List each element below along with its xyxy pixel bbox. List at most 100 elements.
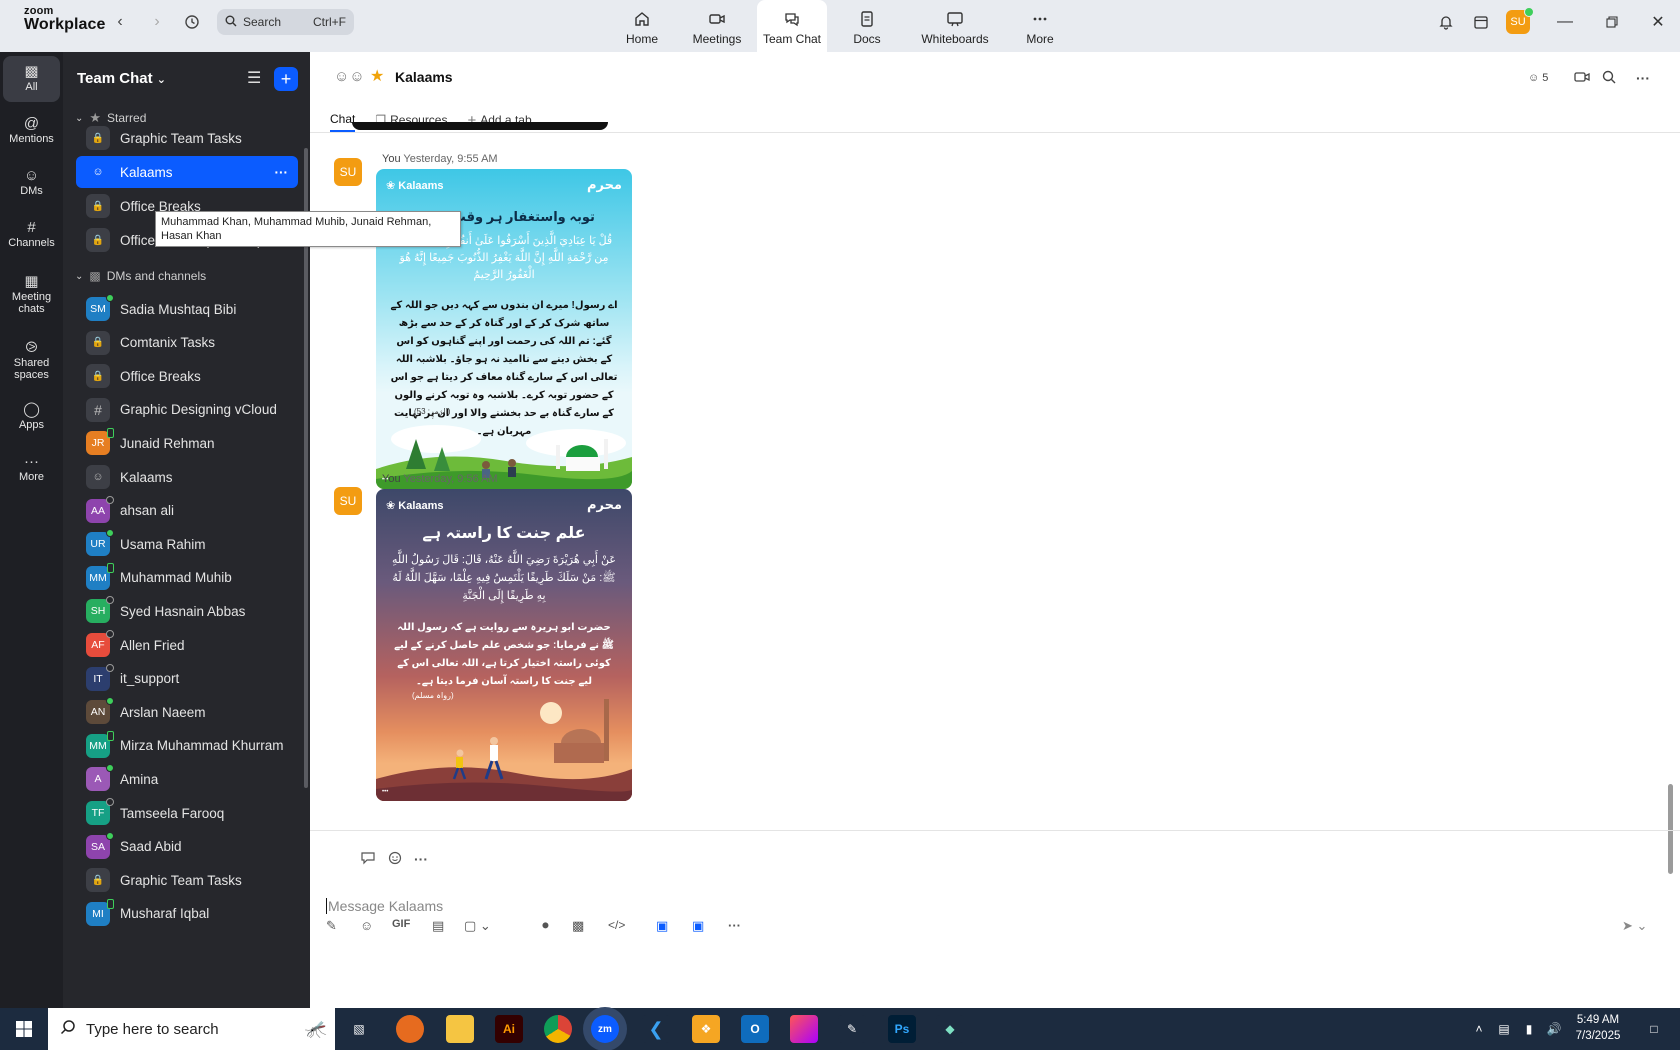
notifications-icon[interactable]: □ xyxy=(1640,1015,1668,1043)
user-avatar[interactable]: SU xyxy=(1506,7,1534,34)
forward-arrow-icon[interactable]: › xyxy=(145,10,169,34)
code-snippet-icon[interactable]: </> xyxy=(608,918,625,932)
rail-shared-spaces[interactable]: ⧁ Shared spaces xyxy=(3,332,60,390)
send-button[interactable]: ➤ ⌄ xyxy=(1622,918,1647,934)
new-chat-button[interactable]: + xyxy=(274,67,298,91)
search-icon[interactable] xyxy=(1602,70,1616,87)
taskbar-clock[interactable]: 5:49 AM 7/3/2025 xyxy=(1568,1012,1628,1044)
chevron-up-icon[interactable]: ˄ xyxy=(1465,1015,1493,1043)
emoji-icon[interactable]: ☺ xyxy=(360,918,373,933)
volume-icon[interactable]: 🔊 xyxy=(1540,1015,1568,1043)
windows-start-icon[interactable] xyxy=(10,1015,38,1043)
tab-chat[interactable]: Chat xyxy=(330,108,356,132)
nav-meetings[interactable]: Meetings xyxy=(686,0,748,52)
emoji-reaction-icon[interactable] xyxy=(388,851,404,868)
xampp-icon[interactable]: ❖ xyxy=(692,1015,720,1043)
search-input[interactable]: Search Ctrl+F xyxy=(217,9,354,35)
sidebar-item[interactable]: 🔒 Graphic Team Tasks xyxy=(76,864,298,896)
close-window-icon[interactable]: ✕ xyxy=(1643,10,1673,34)
channel-title[interactable]: Kalaams xyxy=(395,69,453,85)
rail-all[interactable]: ▩ All xyxy=(3,56,60,102)
item-more-icon[interactable]: ··· xyxy=(275,165,289,180)
calendar-icon[interactable] xyxy=(1469,10,1493,34)
sidebar-item[interactable]: 🔒 Office Breaks xyxy=(76,360,298,392)
message-image-card[interactable]: ❀ Kalaams محرم علم جنت کا راستہ ہے عَنْ … xyxy=(376,489,632,801)
rail-meeting-chats[interactable]: ▦ Meeting chats xyxy=(3,266,60,324)
gif-icon[interactable]: GIF xyxy=(392,918,410,930)
rail-mentions[interactable]: @ Mentions xyxy=(3,108,60,154)
sidebar-item[interactable]: AN Arslan Naeem xyxy=(76,696,298,728)
sidebar-title[interactable]: Team Chat ⌄ xyxy=(77,70,166,87)
sidebar-item[interactable]: SA Saad Abid xyxy=(76,831,298,863)
message-avatar[interactable]: SU xyxy=(334,158,362,186)
sidebar-item[interactable]: 🔒 Graphic Team Tasks xyxy=(76,122,298,154)
dms-section-header[interactable]: ⌄ ▩ DMs and channels xyxy=(75,269,206,283)
screenshot-icon[interactable]: ▢ ⌄ xyxy=(464,918,491,934)
sidebar-item[interactable]: JR Junaid Rehman xyxy=(76,427,298,459)
sidebar-item[interactable]: MM Mirza Muhammad Khurram xyxy=(76,730,298,762)
message-avatar[interactable]: SU xyxy=(334,487,362,515)
creative-cloud-icon[interactable] xyxy=(790,1015,818,1043)
star-icon[interactable]: ★ xyxy=(370,66,384,86)
nav-more[interactable]: More xyxy=(1012,0,1068,52)
format-text-icon[interactable]: ✎ xyxy=(326,918,337,934)
chat-scrollbar[interactable] xyxy=(1668,784,1673,874)
rail-more[interactable]: ··· More xyxy=(3,446,60,492)
chrome-icon[interactable] xyxy=(544,1015,572,1043)
rail-channels[interactable]: # Channels xyxy=(3,212,60,258)
illustrator-icon[interactable]: Ai xyxy=(495,1015,523,1043)
sidebar-item[interactable]: MM Muhammad Muhib xyxy=(76,562,298,594)
bell-icon[interactable] xyxy=(1434,10,1458,34)
sidebar-item[interactable]: TF Tamseela Farooq xyxy=(76,797,298,829)
rail-dms[interactable]: ☺ DMs xyxy=(3,160,60,206)
pen-tool-icon[interactable]: ✎ xyxy=(838,1015,866,1043)
rail-apps[interactable]: ◯ Apps xyxy=(3,394,60,440)
firefox-icon[interactable] xyxy=(396,1015,424,1043)
sidebar-item[interactable]: 🔒 Comtanix Tasks xyxy=(76,327,298,359)
photoshop-icon[interactable]: Ps xyxy=(888,1015,916,1043)
message-input[interactable]: Message Kalaams xyxy=(326,898,443,914)
network-icon[interactable]: ▤ xyxy=(1490,1015,1518,1043)
sidebar-item[interactable]: SH Syed Hasnain Abbas xyxy=(76,595,298,627)
sidebar-item[interactable]: IT it_support xyxy=(76,663,298,695)
microphone-icon[interactable]: ⚫ xyxy=(540,918,551,934)
reply-icon[interactable] xyxy=(360,851,376,868)
app-diamond-icon[interactable]: ◆ xyxy=(936,1015,964,1043)
back-arrow-icon[interactable]: ‹ xyxy=(108,10,132,34)
sidebar-item[interactable]: # Graphic Designing vCloud xyxy=(76,394,298,426)
sidebar-item-label: Syed Hasnain Abbas xyxy=(120,603,246,619)
outlook-icon[interactable]: O xyxy=(741,1015,769,1043)
file-explorer-icon[interactable] xyxy=(446,1015,474,1043)
app-blue-icon[interactable]: ▣ xyxy=(656,918,668,934)
nav-docs[interactable]: Docs xyxy=(840,0,894,52)
whiteboard-app-icon[interactable]: ▣ xyxy=(692,918,704,934)
sidebar-item[interactable]: AF Allen Fried xyxy=(76,629,298,661)
minimize-window-icon[interactable]: — xyxy=(1550,10,1580,34)
sidebar-item[interactable]: ☺ Kalaams xyxy=(76,461,298,493)
nav-team-chat[interactable]: Team Chat xyxy=(757,0,827,52)
restore-window-icon[interactable] xyxy=(1597,10,1627,34)
sidebar-item[interactable]: MI Musharaf Iqbal xyxy=(76,898,298,930)
taskbar-search-input[interactable]: Type here to search 🦟 xyxy=(48,1008,335,1050)
more-options-icon[interactable]: ··· xyxy=(1636,70,1650,86)
sidebar-item[interactable]: AA ahsan ali xyxy=(76,495,298,527)
zoom-icon[interactable]: zm xyxy=(591,1015,619,1043)
history-icon[interactable] xyxy=(180,10,204,34)
sidebar-item[interactable]: SM Sadia Mushtaq Bibi xyxy=(76,293,298,325)
nav-whiteboards[interactable]: Whiteboards xyxy=(914,0,996,52)
nav-home[interactable]: Home xyxy=(615,0,669,52)
vscode-icon[interactable]: ❮ xyxy=(642,1015,670,1043)
sidebar-item[interactable]: UR Usama Rahim xyxy=(76,528,298,560)
member-count[interactable]: ☺ 5 xyxy=(1528,72,1548,84)
battery-icon[interactable]: ▮ xyxy=(1515,1015,1543,1043)
video-message-icon[interactable]: ▩ xyxy=(572,918,584,934)
video-icon[interactable] xyxy=(1574,70,1590,87)
avatar: UR xyxy=(86,529,114,557)
sidebar-item[interactable]: ☺ Kalaams ··· xyxy=(76,156,298,188)
task-view-icon[interactable]: ▧ xyxy=(345,1015,373,1043)
filter-icon[interactable]: ☰ xyxy=(247,68,261,88)
composer-more-icon[interactable]: ··· xyxy=(728,918,741,933)
message-more-icon[interactable]: ··· xyxy=(414,851,428,867)
sidebar-item[interactable]: A Amina xyxy=(76,763,298,795)
file-icon[interactable]: ▤ xyxy=(432,918,444,934)
